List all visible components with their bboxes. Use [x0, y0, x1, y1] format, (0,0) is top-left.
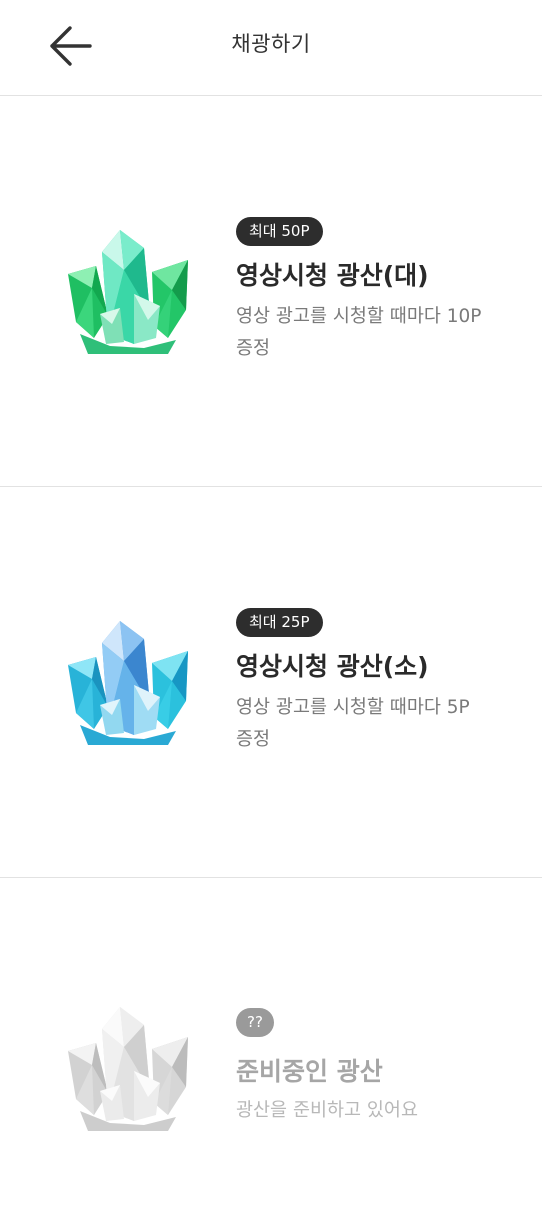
card-description: 영상 광고를 시청할 때마다 5P 증정: [236, 697, 470, 750]
gray-crystal-icon: [68, 1007, 188, 1131]
card-text: ?? 준비중인 광산 광산을 준비하고 있어요: [236, 1008, 516, 1127]
max-points-badge: 최대 50P: [236, 217, 323, 246]
card-title: 영상시청 광산(대): [236, 261, 429, 290]
app-header: 채광하기: [0, 0, 542, 96]
mine-card-coming-soon: ?? 준비중인 광산 광산을 준비하고 있어요: [0, 878, 542, 1212]
max-points-badge: 최대 25P: [236, 608, 323, 637]
card-title: 준비중인 광산: [236, 1057, 383, 1086]
green-crystal-icon: [68, 230, 188, 354]
page-title: 채광하기: [231, 32, 311, 56]
card-text: 최대 25P 영상시청 광산(소) 영상 광고를 시청할 때마다 5P 증정: [236, 608, 498, 756]
mine-card-large[interactable]: 최대 50P 영상시청 광산(대) 영상 광고를 시청할 때마다 10P 증정: [0, 96, 542, 487]
blue-crystal-icon: [68, 621, 188, 745]
mine-card-small[interactable]: 최대 25P 영상시청 광산(소) 영상 광고를 시청할 때마다 5P 증정: [0, 487, 542, 878]
card-description: 영상 광고를 시청할 때마다 10P 증정: [236, 306, 482, 359]
card-description: 광산을 준비하고 있어요: [236, 1100, 418, 1121]
card-title: 영상시청 광산(소): [236, 652, 429, 681]
card-text: 최대 50P 영상시청 광산(대) 영상 광고를 시청할 때마다 10P 증정: [236, 217, 498, 365]
unknown-points-badge: ??: [236, 1008, 274, 1037]
